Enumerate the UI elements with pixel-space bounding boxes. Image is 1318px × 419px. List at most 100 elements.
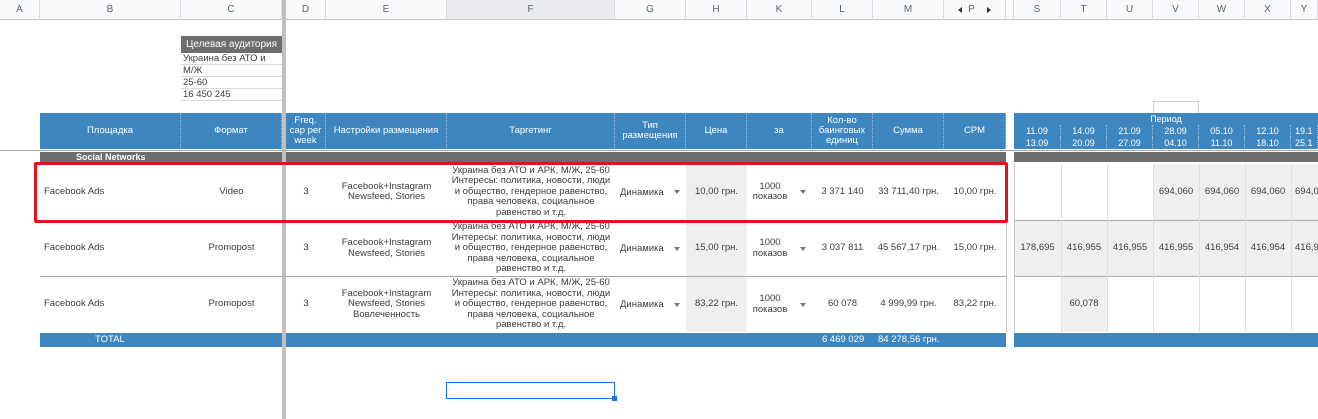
cell-week[interactable] — [1014, 164, 1061, 220]
dropdown-arrow-icon[interactable] — [800, 302, 806, 307]
col-header-S[interactable]: S — [1014, 0, 1061, 20]
col-header-Y[interactable]: Y — [1291, 0, 1318, 20]
period-merge-outline — [1153, 101, 1199, 113]
cell-week[interactable]: 178,695 — [1014, 221, 1061, 276]
target-audience-title: Целевая аудитория — [181, 36, 282, 53]
cell-week[interactable] — [1199, 277, 1245, 332]
cell-platform[interactable]: Facebook Ads — [40, 277, 181, 332]
col-header-V[interactable]: V — [1153, 0, 1199, 20]
cell-targeting[interactable]: Украина без АТО и АРК, М/Ж, 25-60 Интере… — [447, 221, 615, 276]
header-banner-count: Кол-во баинговых единиц — [812, 113, 873, 149]
col-header-E[interactable]: E — [326, 0, 447, 20]
col-header-T[interactable]: T — [1061, 0, 1107, 20]
total-sum: 84 278,56 грн. — [878, 334, 940, 345]
week-start: 12.10 — [1245, 125, 1291, 137]
cell-week[interactable]: 416,955 — [1153, 221, 1199, 276]
cell-week[interactable]: 694,060 — [1245, 164, 1291, 220]
col-header-F[interactable]: F — [447, 0, 615, 20]
cell-settings[interactable]: Facebook+Instagram Newsfeed, Stories Вов… — [326, 277, 447, 332]
dropdown-arrow-icon[interactable] — [674, 302, 680, 307]
week-end: 18.10 — [1245, 137, 1291, 149]
col-header-M[interactable]: M — [873, 0, 944, 20]
col-divider — [1153, 164, 1154, 332]
week-end: 20.09 — [1061, 137, 1107, 149]
cell-sum[interactable]: 4 999,99 грн. — [873, 277, 944, 332]
header-sum: Сумма — [873, 113, 944, 149]
cell-cpm[interactable]: 83,22 грн. — [944, 277, 1006, 332]
col-header-L[interactable]: L — [812, 0, 873, 20]
cell-week[interactable] — [1291, 277, 1318, 332]
week-end: 11.10 — [1199, 137, 1245, 149]
header-freq: Freq. cap per week — [286, 113, 326, 149]
header-per: за — [747, 113, 812, 149]
placement-type-dropdown[interactable]: Динамика — [615, 221, 686, 276]
cell-week[interactable] — [1014, 277, 1061, 332]
cell-week[interactable] — [1107, 164, 1153, 220]
week-start: 11.09 — [1014, 125, 1061, 137]
cell-settings[interactable]: Facebook+Instagram Newsfeed, Stories — [326, 221, 447, 276]
cell-week[interactable]: 416,955 — [1061, 221, 1107, 276]
header-platform: Площадка — [40, 113, 181, 149]
per-unit-dropdown[interactable]: 1000 показов — [747, 277, 812, 332]
fill-handle[interactable] — [612, 396, 617, 401]
col-header-W[interactable]: W — [1199, 0, 1245, 20]
cell-week[interactable]: 694,060 — [1199, 164, 1245, 220]
cell-format[interactable]: Promopost — [181, 221, 282, 276]
col-divider — [1291, 164, 1292, 332]
col-header-X[interactable]: X — [1245, 0, 1291, 20]
cell-price[interactable]: 15,00 грн. — [686, 221, 747, 276]
cell-week[interactable]: 694,0 — [1291, 164, 1318, 220]
cell-targeting[interactable]: Украина без АТО и АРК, М/Ж, 25-60 Интере… — [447, 277, 615, 332]
col-header-A[interactable]: A — [0, 0, 40, 20]
selected-cell[interactable] — [446, 382, 615, 399]
cell-banner-count[interactable]: 60 078 — [812, 277, 873, 332]
col-divider — [1014, 164, 1015, 332]
col-header-D[interactable]: D — [286, 0, 326, 20]
cell-week[interactable]: 416,954 — [1245, 221, 1291, 276]
cell-week[interactable]: 694,060 — [1153, 164, 1199, 220]
total-row-left: TOTAL — [40, 333, 282, 347]
col-header-P[interactable]: P — [944, 0, 1006, 20]
week-start: 14.09 — [1061, 125, 1107, 137]
section-row-period-fill — [1014, 152, 1318, 162]
cell-week[interactable] — [1245, 277, 1291, 332]
cell-week[interactable]: 60,078 — [1061, 277, 1107, 332]
cell-week[interactable]: 416,9 — [1291, 221, 1318, 276]
week-end: 27.09 — [1107, 137, 1153, 149]
cell-week[interactable]: 416,955 — [1107, 221, 1153, 276]
cell-week[interactable] — [1153, 277, 1199, 332]
col-header-K[interactable]: K — [747, 0, 812, 20]
hidden-columns-right-icon[interactable] — [986, 6, 991, 13]
dropdown-arrow-icon[interactable] — [800, 246, 806, 251]
header-targeting: Таргетинг — [447, 113, 615, 149]
col-header-C[interactable]: C — [181, 0, 282, 20]
col-header-H[interactable]: H — [686, 0, 747, 20]
cell-sum[interactable]: 45 567,17 грн. — [873, 221, 944, 276]
cell-banner-count[interactable]: 3 037 811 — [812, 221, 873, 276]
per-unit-dropdown[interactable]: 1000 показов — [747, 221, 812, 276]
cell-week[interactable]: 416,954 — [1199, 221, 1245, 276]
col-header-B[interactable]: B — [40, 0, 181, 20]
cell-cpm[interactable]: 15,00 грн. — [944, 221, 1006, 276]
hidden-columns-marker[interactable] — [1006, 0, 1014, 20]
col-divider — [1107, 164, 1108, 332]
placement-type-dropdown[interactable]: Динамика — [615, 277, 686, 332]
cell-price[interactable]: 83,22 грн. — [686, 277, 747, 332]
hidden-columns-left-icon[interactable] — [958, 6, 963, 13]
week-start: 21.09 — [1107, 125, 1153, 137]
col-header-U[interactable]: U — [1107, 0, 1153, 20]
cell-week[interactable] — [1061, 164, 1107, 220]
week-start: 05.10 — [1199, 125, 1245, 137]
target-audience-size: 16 450 245 — [181, 89, 282, 101]
header-format: Формат — [181, 113, 282, 149]
header-period: Период — [1014, 113, 1318, 125]
dropdown-arrow-icon[interactable] — [674, 246, 680, 251]
week-end: 13.09 — [1014, 137, 1061, 149]
cell-format[interactable]: Promopost — [181, 277, 282, 332]
target-audience-gender: М/Ж — [181, 65, 282, 77]
cell-week[interactable] — [1107, 277, 1153, 332]
cell-freq[interactable]: 3 — [286, 277, 326, 332]
cell-platform[interactable]: Facebook Ads — [40, 221, 181, 276]
col-header-G[interactable]: G — [615, 0, 686, 20]
cell-freq[interactable]: 3 — [286, 221, 326, 276]
